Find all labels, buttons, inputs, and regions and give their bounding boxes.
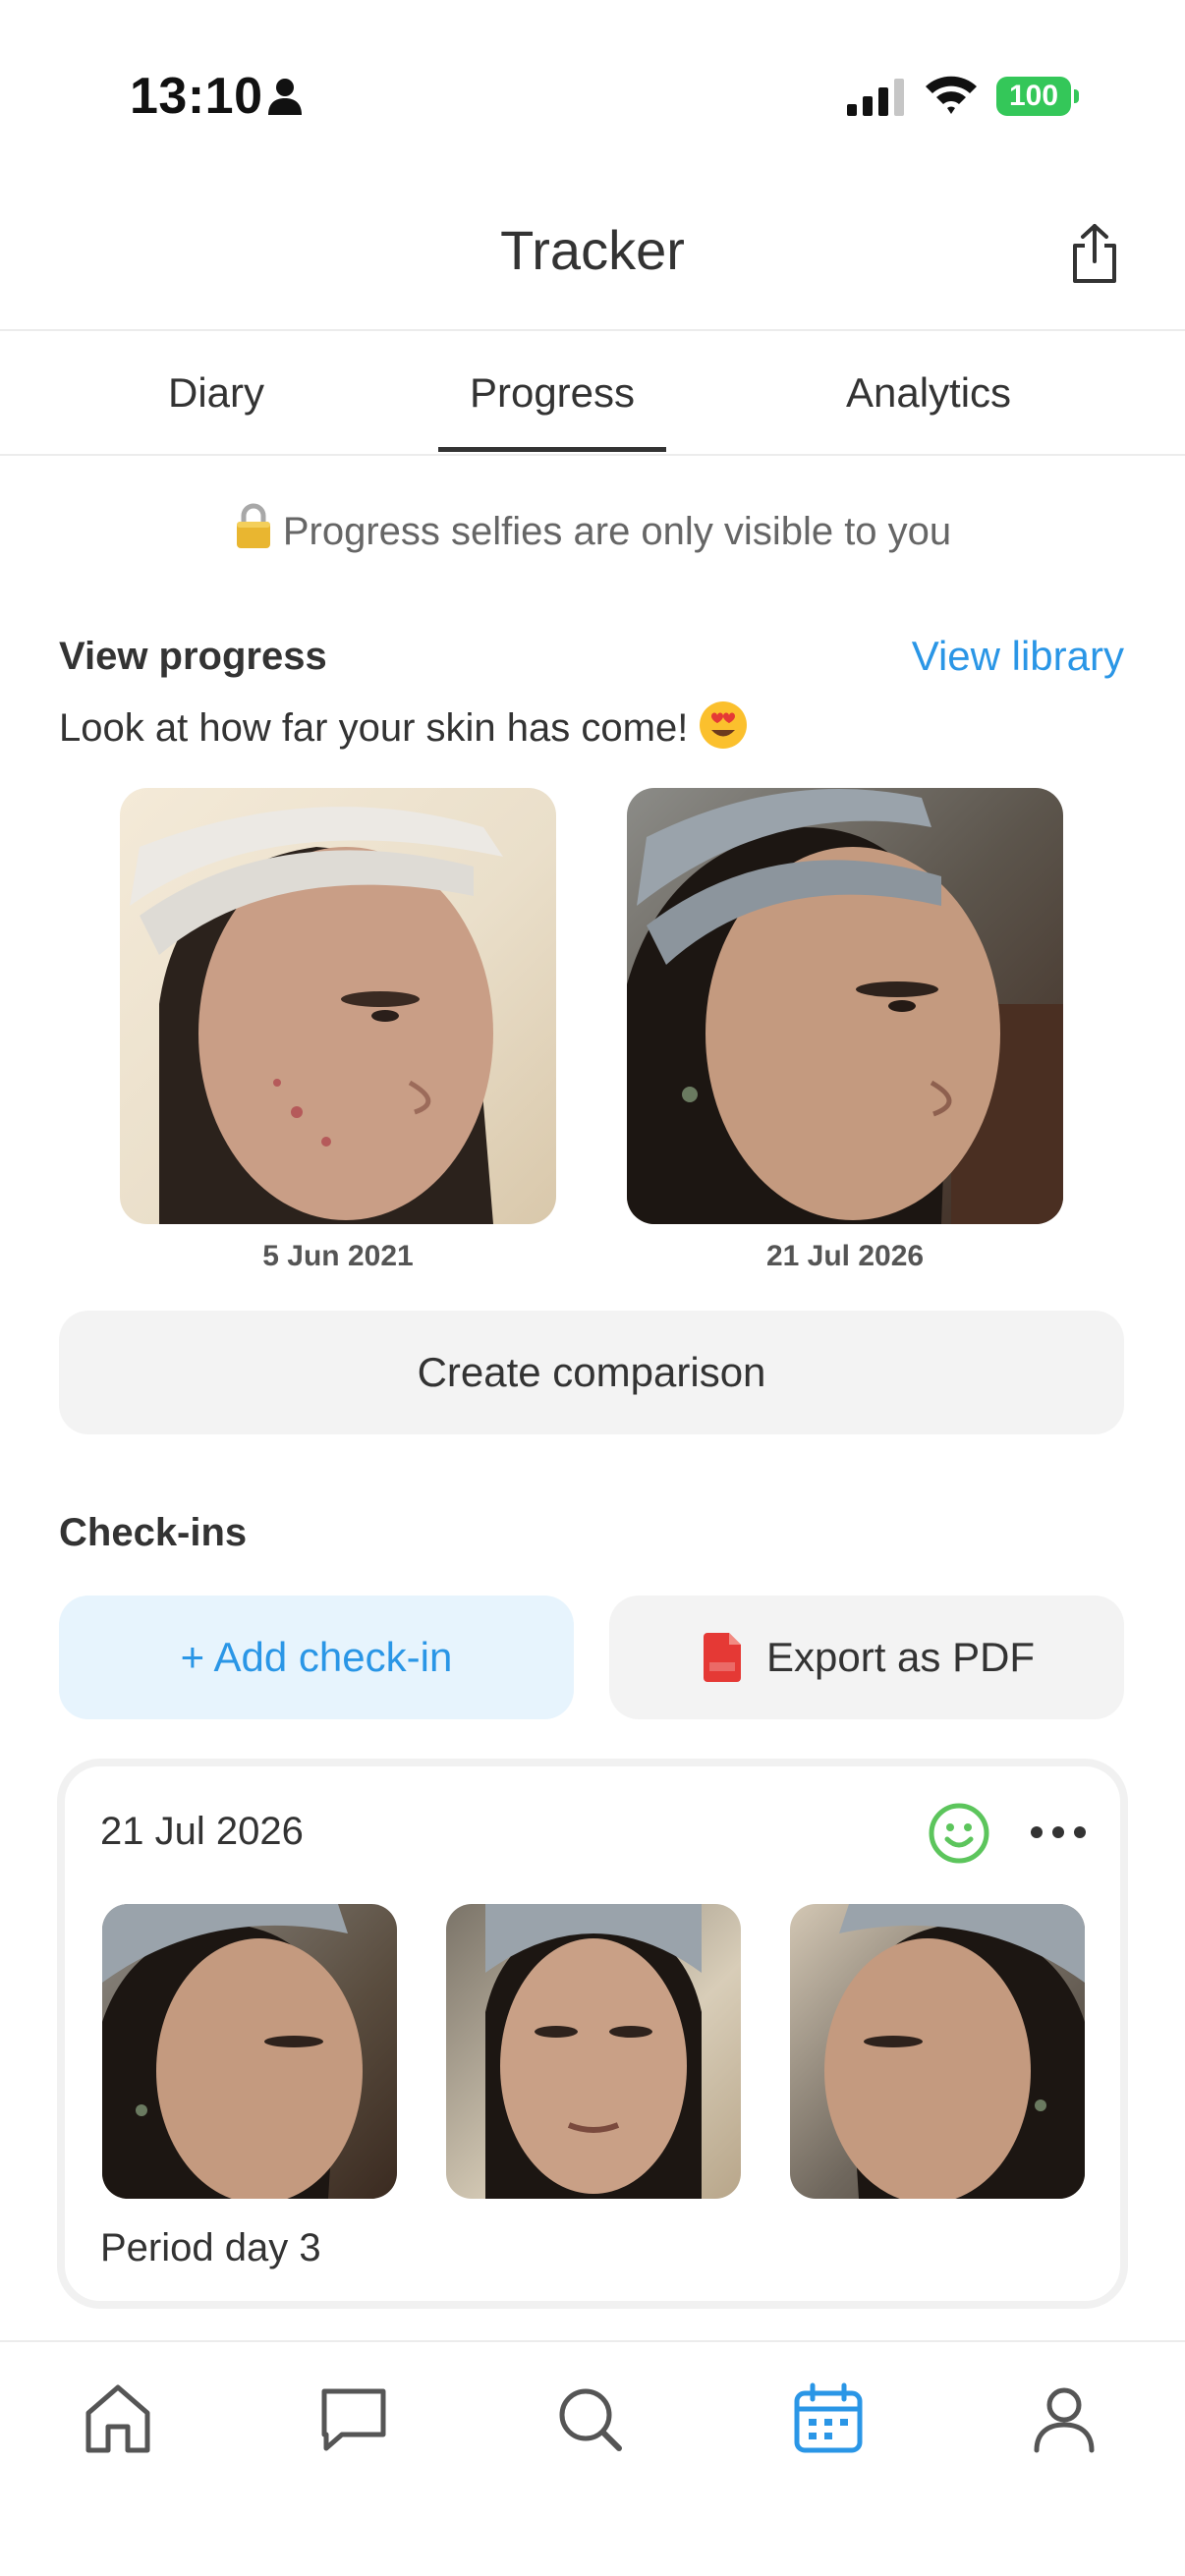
create-comparison-button[interactable]: Create comparison bbox=[59, 1311, 1124, 1434]
checkin-note: Period day 3 bbox=[100, 2226, 321, 2269]
progress-photo-before[interactable] bbox=[120, 788, 556, 1224]
tabs-divider bbox=[0, 454, 1185, 456]
checkin-photo-right[interactable] bbox=[790, 1904, 1085, 2199]
share-icon[interactable] bbox=[1067, 222, 1122, 285]
bottom-nav bbox=[0, 2340, 1185, 2576]
profile-icon[interactable] bbox=[1025, 2380, 1103, 2458]
lock-icon bbox=[236, 503, 270, 548]
view-library-link[interactable]: View library bbox=[912, 633, 1124, 680]
export-pdf-label: Export as PDF bbox=[766, 1634, 1036, 1680]
checkins-title: Check-ins bbox=[59, 1511, 248, 1554]
chat-icon[interactable] bbox=[314, 2380, 393, 2458]
tab-active-indicator bbox=[438, 447, 666, 452]
view-progress-title: View progress bbox=[59, 635, 327, 678]
home-icon[interactable] bbox=[79, 2380, 157, 2458]
pdf-icon bbox=[704, 1633, 741, 1682]
calendar-icon[interactable] bbox=[789, 2380, 868, 2458]
privacy-note-text: Progress selfies are only visible to you bbox=[282, 510, 952, 553]
view-progress-subtitle: Look at how far your skin has come! bbox=[59, 700, 749, 751]
battery-indicator: 100 bbox=[996, 77, 1079, 116]
export-pdf-button[interactable]: Export as PDF bbox=[609, 1596, 1124, 1719]
wifi-icon bbox=[926, 76, 977, 114]
smile-icon bbox=[929, 1803, 989, 1864]
checkin-photo-left[interactable] bbox=[102, 1904, 397, 2199]
tab-diary[interactable]: Diary bbox=[118, 331, 314, 455]
heart-eyes-emoji-icon bbox=[700, 701, 748, 749]
signal-icon bbox=[847, 79, 904, 116]
status-bar: 13:10 100 bbox=[0, 0, 1185, 187]
person-icon bbox=[268, 79, 302, 115]
photo-date-after: 21 Jul 2026 bbox=[765, 1240, 925, 1272]
progress-photo-after[interactable] bbox=[627, 788, 1063, 1224]
add-checkin-button[interactable]: + Add check-in bbox=[59, 1596, 574, 1719]
view-progress-subtitle-text: Look at how far your skin has come! bbox=[59, 706, 689, 750]
search-icon[interactable] bbox=[550, 2380, 629, 2458]
more-options-icon[interactable] bbox=[1028, 1818, 1089, 1847]
tab-bar: Diary Progress Analytics bbox=[0, 331, 1185, 455]
tab-analytics[interactable]: Analytics bbox=[806, 331, 1051, 455]
checkin-card[interactable]: 21 Jul 2026 Period day 3 bbox=[57, 1759, 1128, 2309]
privacy-note: Progress selfies are only visible to you bbox=[0, 503, 1185, 554]
tab-progress[interactable]: Progress bbox=[438, 331, 666, 455]
battery-level: 100 bbox=[996, 77, 1071, 116]
checkin-photo-front[interactable] bbox=[446, 1904, 741, 2199]
photo-date-before: 5 Jun 2021 bbox=[262, 1240, 414, 1272]
status-time: 13:10 bbox=[130, 68, 263, 125]
checkin-date: 21 Jul 2026 bbox=[100, 1810, 304, 1853]
page-title: Tracker bbox=[500, 219, 685, 281]
